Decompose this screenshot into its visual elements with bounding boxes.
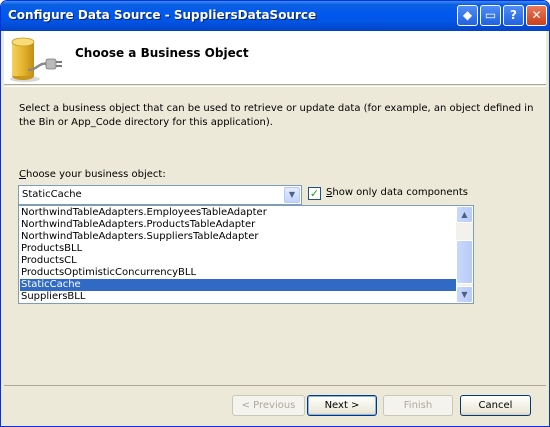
label-accelerator: C xyxy=(19,169,26,180)
page-title: Choose a Business Object xyxy=(75,46,249,60)
list-item[interactable]: NorthwindTableAdapters.ProductsTableAdap… xyxy=(20,219,457,231)
close-button[interactable]: ✕ xyxy=(526,5,547,26)
show-only-data-components-label[interactable]: Show only data components xyxy=(326,187,468,198)
finish-button[interactable]: Finish xyxy=(383,395,453,416)
list-item-selected[interactable]: StaticCache xyxy=(20,279,457,291)
help-button[interactable]: ? xyxy=(503,5,524,26)
business-object-label: Choose your business object: xyxy=(19,169,166,180)
business-object-list[interactable]: NorthwindTableAdapters.EmployeesTableAda… xyxy=(18,205,474,304)
list-item[interactable]: ProductsBLL xyxy=(20,243,457,255)
business-object-dropdown[interactable]: StaticCache ▼ xyxy=(18,185,302,205)
list-item[interactable]: ProductsOptimisticConcurrencyBLL xyxy=(20,267,457,279)
next-button[interactable]: Next > xyxy=(307,395,377,416)
cancel-button[interactable]: Cancel xyxy=(460,395,531,416)
restore-button[interactable]: ▭ xyxy=(480,5,501,26)
database-plug-icon xyxy=(10,37,62,82)
footer-divider xyxy=(4,385,546,386)
vertical-scrollbar[interactable]: ▲ ▼ xyxy=(456,206,473,303)
toggle-pane-icon[interactable]: ◆ xyxy=(457,5,478,26)
show-only-data-components-checkbox[interactable]: ✓ xyxy=(308,187,321,200)
title-bar[interactable]: Configure Data Source - SuppliersDataSou… xyxy=(1,1,549,31)
window-title: Configure Data Source - SuppliersDataSou… xyxy=(8,8,317,22)
list-item[interactable]: ProductsCL xyxy=(20,255,457,267)
list-item[interactable]: NorthwindTableAdapters.SuppliersTableAda… xyxy=(20,231,457,243)
checkbox-label-text: how only data components xyxy=(332,187,468,198)
label-text: hoose your business object: xyxy=(25,169,166,180)
dropdown-value: StaticCache xyxy=(22,189,82,200)
list-item[interactable]: NorthwindTableAdapters.EmployeesTableAda… xyxy=(20,207,457,219)
header-divider xyxy=(4,86,546,87)
scroll-up-icon[interactable]: ▲ xyxy=(456,206,473,223)
description-text: Select a business object that can be use… xyxy=(19,103,534,128)
previous-button[interactable]: < Previous xyxy=(232,395,305,416)
scroll-down-icon[interactable]: ▼ xyxy=(456,286,473,303)
chevron-down-icon[interactable]: ▼ xyxy=(284,187,300,203)
list-item[interactable]: SuppliersBLL xyxy=(20,291,457,303)
configure-data-source-dialog: Configure Data Source - SuppliersDataSou… xyxy=(0,0,550,427)
scroll-thumb[interactable] xyxy=(456,240,473,284)
wizard-header: Choose a Business Object xyxy=(4,31,546,85)
